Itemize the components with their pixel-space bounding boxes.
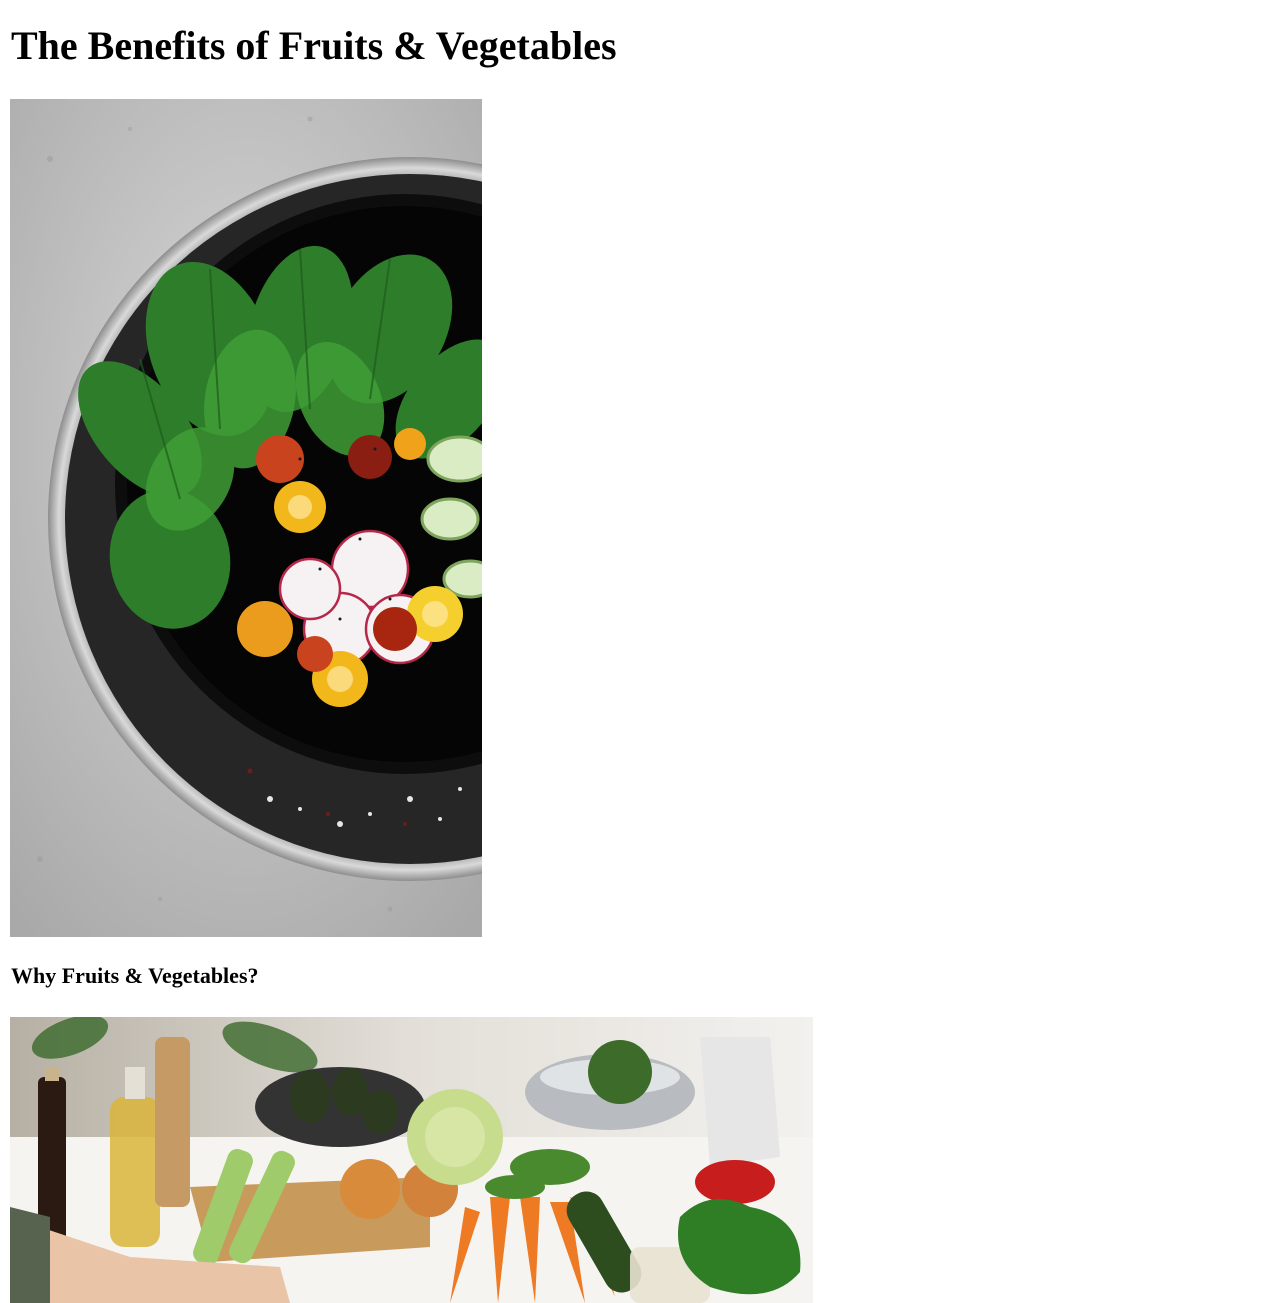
page-title: The Benefits of Fruits & Vegetables <box>11 23 617 68</box>
page: The Benefits of Fruits & Vegetables Why … <box>0 0 1266 1303</box>
vegetables-kitchen-photo <box>10 1017 813 1303</box>
salad-bowl-photo <box>10 99 482 937</box>
section-heading: Why Fruits & Vegetables? <box>11 963 259 988</box>
